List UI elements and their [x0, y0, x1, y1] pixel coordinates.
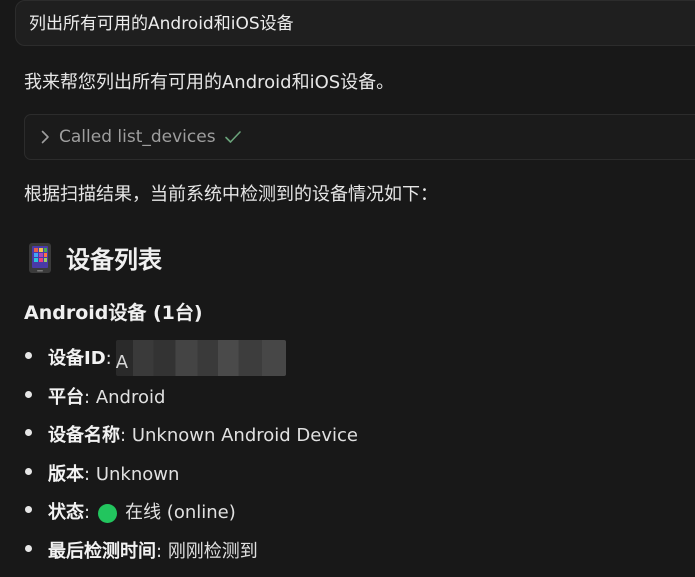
bullet	[25, 467, 32, 475]
status-online-icon	[98, 503, 118, 523]
list-item: 设备名称: Unknown Android Device	[24, 417, 358, 456]
android-device-field-list: 设备ID: A 平台: Android 设备名称: Unknown Androi…	[24, 340, 358, 571]
list-item: 最后检测时间: 刚刚检测到	[24, 533, 358, 572]
field-separator: :	[120, 425, 127, 447]
tool-call-collapsible[interactable]: Called list_devices	[24, 114, 695, 160]
field-key: 平台	[48, 386, 84, 408]
section-heading: 设备列表	[28, 240, 162, 275]
bullet	[25, 506, 32, 513]
list-item: 平台: Android	[24, 379, 358, 418]
mobile-phone-icon	[29, 242, 51, 273]
bullet	[25, 544, 32, 552]
device-id-value: A	[115, 352, 129, 374]
android-devices-heading: Android设备 (1台)	[24, 302, 203, 324]
bullet	[25, 352, 32, 359]
last-seen-value: 刚刚检测到	[167, 540, 258, 562]
field-key: 设备名称	[48, 425, 120, 447]
assistant-summary-text: 根据扫描结果，当前系统中检测到的设备情况如下：	[24, 184, 438, 205]
version-value: Unknown	[95, 463, 180, 485]
field-key: 最后检测时间	[48, 540, 156, 562]
user-message-bubble: 列出所有可用的Android和iOS设备	[15, 0, 695, 46]
field-separator: :	[105, 348, 112, 370]
field-separator: :	[84, 463, 91, 485]
field-key: 设备ID	[48, 348, 106, 370]
list-item: 设备ID: A	[24, 340, 358, 379]
assistant-intro-text: 我来帮您列出所有可用的Android和iOS设备。	[24, 72, 395, 93]
field-separator: :	[84, 502, 91, 524]
field-key: 状态	[48, 502, 84, 524]
list-item: 版本: Unknown	[24, 456, 358, 495]
tool-call-label: Called list_devices	[59, 127, 216, 147]
chevron-right-icon	[41, 130, 49, 144]
chat-view: 列出所有可用的Android和iOS设备 我来帮您列出所有可用的Android和…	[0, 0, 695, 577]
field-separator: :	[156, 540, 163, 562]
field-key: 版本	[48, 463, 84, 485]
device-name-value: Unknown Android Device	[131, 425, 358, 447]
user-message-text: 列出所有可用的Android和iOS设备	[29, 14, 294, 34]
field-separator: :	[84, 386, 91, 408]
bullet	[25, 429, 32, 436]
redacted-device-id: A	[115, 340, 286, 377]
platform-value: Android	[95, 386, 166, 408]
bullet	[25, 390, 32, 398]
section-title: 设备列表	[66, 246, 162, 274]
status-value: 在线 (online)	[125, 502, 236, 524]
list-item: 状态: 在线 (online)	[24, 494, 358, 533]
checkmark-icon	[224, 131, 241, 143]
